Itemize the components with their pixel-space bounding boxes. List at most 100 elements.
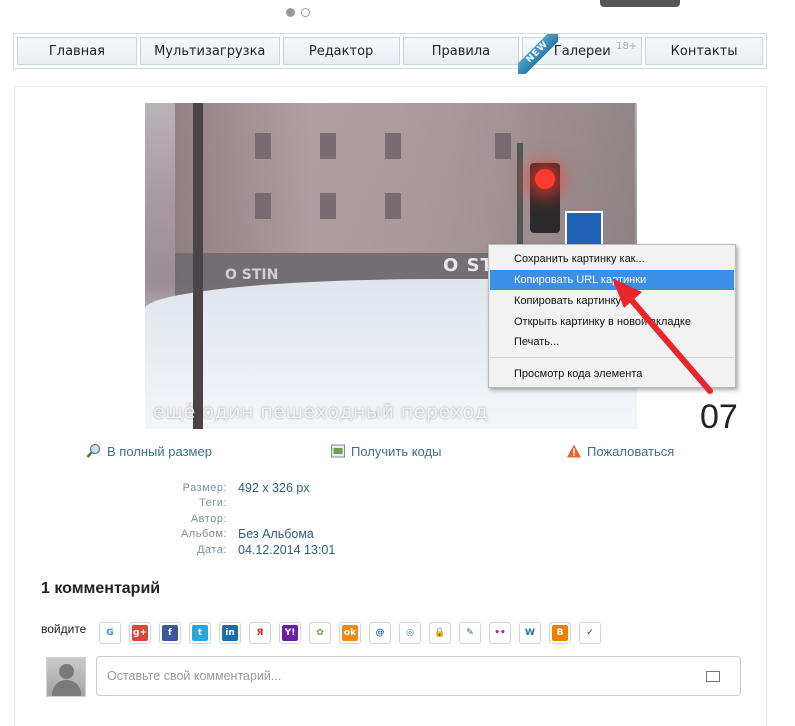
context-menu-open-image-new-tab[interactable]: Открыть картинку в новой вкладке: [490, 312, 734, 332]
blogger-icon[interactable]: B: [549, 622, 571, 644]
mail-icon-glyph: @: [372, 625, 388, 641]
codes-icon: [331, 444, 345, 458]
lock-icon[interactable]: 🔒: [429, 622, 451, 644]
flower-icon[interactable]: ✿: [309, 622, 331, 644]
flickr-icon[interactable]: ••: [489, 622, 511, 644]
meta-author: Автор:: [150, 511, 335, 527]
avatar-head: [59, 664, 74, 679]
nav-item-home[interactable]: Главная: [17, 37, 137, 65]
nav-item-rules[interactable]: Правила: [402, 37, 520, 65]
full-size-link[interactable]: В полный размер: [86, 443, 212, 459]
meta-value: 492 x 326 px: [238, 480, 310, 495]
nav-item-multiupload[interactable]: Мультизагрузка: [139, 37, 280, 65]
wordpress-icon-glyph: W: [522, 625, 538, 641]
odnoklassniki-icon[interactable]: ok: [339, 622, 361, 644]
meta-size: Размер: 492 x 326 px: [150, 480, 335, 496]
magnifier-icon: [86, 443, 101, 458]
yahoo-icon-glyph: Y!: [282, 625, 298, 641]
store-sign: O STIN: [225, 267, 279, 283]
facebook-icon-glyph: f: [162, 625, 178, 641]
avatar: [46, 657, 86, 697]
meta-key: Альбом:: [180, 528, 227, 541]
google-plus-icon-glyph: g+: [132, 625, 148, 641]
image-window: [385, 133, 401, 159]
blogger-icon-glyph: B: [552, 625, 568, 641]
meta-key: Теги:: [199, 497, 227, 510]
slider-dot-active[interactable]: [286, 8, 295, 17]
image-window: [255, 193, 271, 219]
slider-dots: [286, 8, 310, 17]
adult-badge: 18+: [616, 41, 638, 52]
nav-item-editor[interactable]: Редактор: [282, 37, 400, 65]
facebook-icon[interactable]: f: [159, 622, 181, 644]
meta-value: 04.12.2014 13:01: [238, 542, 336, 557]
comment-box: [96, 656, 741, 696]
meta-album: Альбом: Без Альбома: [150, 527, 335, 543]
image-window: [320, 133, 336, 159]
context-menu-print[interactable]: Печать...: [490, 332, 734, 352]
nav-item-contacts[interactable]: Контакты: [645, 37, 764, 65]
livejournal-icon-glyph: ✎: [462, 625, 478, 641]
full-size-label: В полный размер: [107, 443, 212, 459]
nav-item-label: Мультизагрузка: [154, 43, 266, 59]
image-window: [385, 193, 401, 219]
context-menu-separator: [490, 357, 734, 358]
meta-tags: Теги:: [150, 496, 335, 512]
comment-input[interactable]: [97, 657, 740, 695]
odnoklassniki-icon-glyph: ok: [342, 625, 358, 641]
social-login-bar: Gg+ f t in Я Y! ✿ ok @ ◎ 🔒 ✎ •• W B ✓: [99, 622, 601, 644]
context-menu-inspect[interactable]: Просмотр кода элемента: [490, 364, 734, 384]
check-icon-glyph: ✓: [582, 625, 598, 641]
report-label: Пожаловаться: [587, 443, 675, 459]
top-bar-tab: [600, 0, 680, 7]
rambler-icon-glyph: ◎: [402, 625, 418, 641]
avatar-body: [52, 680, 81, 696]
new-ribbon: NEW: [518, 34, 558, 74]
yandex-icon[interactable]: Я: [249, 622, 271, 644]
image-caption: ещё один пешеходный переход: [153, 401, 489, 423]
google-plus-icon[interactable]: g+: [129, 622, 151, 644]
google-icon[interactable]: G: [99, 622, 121, 644]
image-meta: Размер: 492 x 326 px Теги: Автор: Альбом:…: [150, 480, 335, 558]
twitter-icon-glyph: t: [192, 625, 208, 641]
image-window: [495, 133, 511, 159]
traffic-light-lamp: [535, 169, 555, 189]
context-menu-copy-image[interactable]: Копировать картинку: [490, 291, 734, 311]
twitter-icon[interactable]: t: [189, 622, 211, 644]
nav-item-label: Главная: [48, 43, 105, 59]
slider-dot[interactable]: [301, 8, 310, 17]
meta-value[interactable]: Без Альбома: [238, 527, 314, 541]
wordpress-icon[interactable]: W: [519, 622, 541, 644]
context-menu-copy-image-url[interactable]: Копировать URL картинки: [490, 270, 734, 290]
image-upload-icon[interactable]: [706, 671, 720, 682]
meta-key: Размер:: [182, 481, 227, 494]
image-actions: В полный размер Получить коды Пожаловать…: [0, 443, 795, 463]
main-navigation: Главная Мультизагрузка Редактор Правила …: [13, 33, 767, 69]
check-icon[interactable]: ✓: [579, 622, 601, 644]
get-codes-label: Получить коды: [351, 443, 442, 459]
linkedin-icon-glyph: in: [222, 625, 238, 641]
mail-icon[interactable]: @: [369, 622, 391, 644]
get-codes-link[interactable]: Получить коды: [330, 443, 441, 459]
context-menu-save-image[interactable]: Сохранить картинку как...: [490, 249, 734, 269]
image-window: [255, 133, 271, 159]
rambler-icon[interactable]: ◎: [399, 622, 421, 644]
nav-item-label: Правила: [431, 43, 491, 59]
comments-title: 1 комментарий: [41, 580, 161, 597]
yahoo-icon[interactable]: Y!: [279, 622, 301, 644]
nav-item-label: Галереи: [553, 43, 611, 59]
image-pole: [193, 103, 203, 429]
nav-item-label: Редактор: [308, 43, 374, 59]
livejournal-icon[interactable]: ✎: [459, 622, 481, 644]
lock-icon-glyph: 🔒: [432, 625, 448, 641]
meta-key: Автор:: [190, 512, 227, 525]
flower-icon-glyph: ✿: [312, 625, 328, 641]
meta-date: Дата: 04.12.2014 13:01: [150, 542, 335, 558]
annotation-number: 07: [700, 398, 738, 436]
login-label: войдите: [41, 622, 87, 636]
traffic-light: [530, 163, 560, 233]
linkedin-icon[interactable]: in: [219, 622, 241, 644]
report-link[interactable]: Пожаловаться: [566, 443, 674, 459]
flickr-icon-glyph: ••: [492, 625, 508, 641]
new-badge: NEW: [518, 34, 558, 74]
